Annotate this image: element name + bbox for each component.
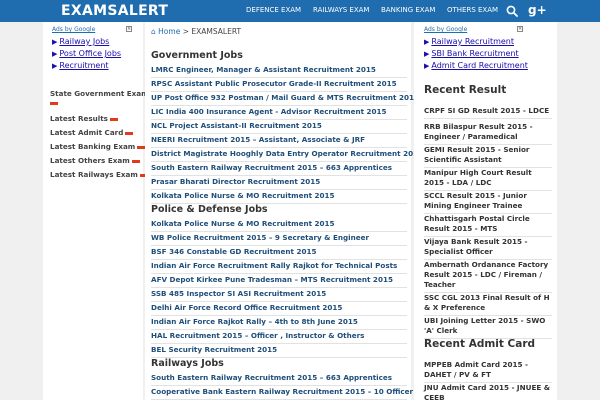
result-link[interactable]: Ambernath Ordanance Factory Result 2015 … — [424, 260, 552, 293]
breadcrumb: ⌂ Home > EXAMSALERT — [151, 27, 241, 36]
sidebar-item-latest-railways-exam[interactable]: Latest Railways Exam — [50, 170, 148, 179]
result-link[interactable]: CRPF SI GD Result 2015 - LDCE — [424, 106, 552, 119]
section-title-recent-admit-card: Recent Admit Card — [424, 338, 536, 350]
new-badge — [109, 117, 118, 121]
job-link[interactable]: Indian Air Force Recruitment Rally Rajko… — [151, 260, 407, 274]
ad-link-railway-jobs[interactable]: ▶ Railway Jobs — [52, 37, 109, 46]
ads-by-google-label[interactable]: Ads by Google — [424, 26, 467, 33]
job-link[interactable]: Delhi Air Force Record Office Recruitmen… — [151, 302, 407, 316]
arrow-right-icon: ▶ — [52, 38, 58, 46]
nav-banking-exam[interactable]: BANKING EXAM — [381, 6, 435, 14]
result-link[interactable]: SSC CGL 2013 Final Result of H & X Prefe… — [424, 293, 552, 316]
ad-link-admit-card-recruitment[interactable]: ▶ Admit Card Recruitment — [424, 61, 528, 70]
job-link[interactable]: Kolkata Police Nurse & MO Recruitment 20… — [151, 218, 407, 232]
left-sidebar: Ads by Google × ▶ Railway Jobs ▶ Post Offi… — [43, 22, 149, 400]
job-link[interactable]: NEERI Recruitment 2015 – Assistant, Asso… — [151, 134, 407, 148]
arrow-right-icon: ▶ — [52, 50, 58, 58]
top-navigation-bar: EXAMSALERT DEFENCE EXAM RAILWAYS EXAM BA… — [0, 0, 600, 22]
job-link[interactable]: Cooperative Bank Eastern Railway Recruit… — [151, 386, 413, 400]
result-link[interactable]: Chhattisgarh Postal Circle Result 2015 -… — [424, 214, 552, 237]
search-icon[interactable] — [506, 5, 518, 17]
job-link[interactable]: Kolkata Police Nurse & MO Recruitment 20… — [151, 190, 407, 204]
ad-link-recruitment[interactable]: ▶ Recruitment — [52, 61, 109, 70]
result-link[interactable]: Vijaya Bank Result 2015 - Specialist Off… — [424, 237, 552, 260]
job-link[interactable]: Indian Air Force Rajkot Rally – 4th to 8… — [151, 316, 407, 330]
new-badge — [125, 131, 134, 135]
job-link[interactable]: RPSC Assistant Public Prosecutor Grade-I… — [151, 78, 407, 92]
site-logo[interactable]: EXAMSALERT — [61, 3, 168, 19]
google-plus-icon[interactable]: g+ — [528, 3, 547, 17]
ad-link-railway-recruitment[interactable]: ▶ Railway Recruitment — [424, 37, 514, 46]
job-link[interactable]: UP Post Office 932 Postman / Mail Guard … — [151, 92, 419, 106]
job-link[interactable]: AFV Depot Kirkee Pune Tradesman – MTS Re… — [151, 274, 407, 288]
job-link[interactable]: NCL Project Assistant-II Recruitment 201… — [151, 120, 407, 134]
breadcrumb-current: EXAMSALERT — [191, 27, 242, 36]
sidebar-item-latest-admit-card[interactable]: Latest Admit Card — [50, 128, 134, 137]
job-link[interactable]: BEL Security Recruitment 2015 — [151, 344, 407, 358]
job-link[interactable]: Prasar Bharati Director Recruitment 2015 — [151, 176, 407, 190]
result-link[interactable]: SCCL Result 2015 - Junior Mining Enginee… — [424, 191, 552, 214]
sidebar-item-latest-banking-exam[interactable]: Latest Banking Exam — [50, 142, 146, 151]
result-link[interactable]: RRB Bilaspur Result 2015 - Engineer / Pa… — [424, 122, 552, 145]
job-link[interactable]: South Eastern Railway Recruitment 2015 –… — [151, 372, 407, 386]
nav-defence-exam[interactable]: DEFENCE EXAM — [246, 6, 301, 14]
sidebar-item-latest-others-exam[interactable]: Latest Others Exam — [50, 156, 140, 165]
result-link[interactable]: UBI Joining Letter 2015 - SWO 'A' Clerk — [424, 316, 552, 339]
job-link[interactable]: LMRC Engineer, Manager & Assistant Recru… — [151, 64, 407, 78]
ads-by-google-label[interactable]: Ads by Google — [52, 26, 95, 33]
nav-railways-exam[interactable]: RAILWAYS EXAM — [313, 6, 369, 14]
admit-card-link[interactable]: MPPEB Admit Card 2015 - DAHET / PV & FT — [424, 360, 552, 383]
right-sidebar: Ads by Google × ▶ Railway Recruitment ▶ SB… — [414, 22, 557, 400]
admit-card-link[interactable]: JNU Admit Card 2015 - JNUEE & CEEB — [424, 383, 552, 400]
main-content: ⌂ Home > EXAMSALERT Government Jobs LMRC… — [145, 22, 423, 400]
arrow-right-icon: ▶ — [424, 62, 430, 70]
nav-others-exam[interactable]: OTHERS EXAM — [447, 6, 498, 14]
job-link[interactable]: WB Police Recruitment 2015 – 9 Secretary… — [151, 232, 407, 246]
section-title-police-defense-jobs: Police & Defense Jobs — [151, 204, 268, 215]
ad-close-icon[interactable]: × — [517, 26, 523, 32]
arrow-right-icon: ▶ — [52, 62, 58, 70]
result-link[interactable]: Manipur High Court Result 2015 - LDA / L… — [424, 168, 552, 191]
result-link[interactable]: GEMI Result 2015 - Senior Scientific Ass… — [424, 145, 552, 168]
job-link[interactable]: SSB 485 Inspector SI ASI Recruitment 201… — [151, 288, 407, 302]
sidebar-item-state-government-exam[interactable]: State Government Exam — [50, 89, 149, 107]
ad-close-icon[interactable]: × — [126, 26, 132, 32]
job-link[interactable]: BSF 346 Constable GD Recruitment 2015 — [151, 246, 407, 260]
sidebar-item-latest-results[interactable]: Latest Results — [50, 114, 118, 123]
arrow-right-icon: ▶ — [424, 50, 430, 58]
job-link[interactable]: HAL Recruitment 2015 – Officer , Instruc… — [151, 330, 407, 344]
breadcrumb-separator: > — [182, 27, 189, 36]
home-icon[interactable]: ⌂ — [151, 27, 156, 36]
section-title-railways-jobs: Railways Jobs — [151, 358, 224, 369]
section-title-recent-result: Recent Result — [424, 84, 507, 96]
job-link[interactable]: District Magistrate Hooghly Data Entry O… — [151, 148, 423, 162]
job-link[interactable]: LIC India 400 Insurance Agent - Advisor … — [151, 106, 407, 120]
arrow-right-icon: ▶ — [424, 38, 430, 46]
new-badge — [131, 159, 140, 163]
ad-link-sbi-bank-recruitment[interactable]: ▶ SBI Bank Recruitment — [424, 49, 519, 58]
section-title-government-jobs: Government Jobs — [151, 50, 243, 61]
ad-link-post-office-jobs[interactable]: ▶ Post Office Jobs — [52, 49, 121, 58]
job-link[interactable]: South Eastern Railway Recruitment 2015 –… — [151, 162, 407, 176]
breadcrumb-home[interactable]: Home — [158, 27, 180, 36]
new-badge — [50, 101, 58, 105]
